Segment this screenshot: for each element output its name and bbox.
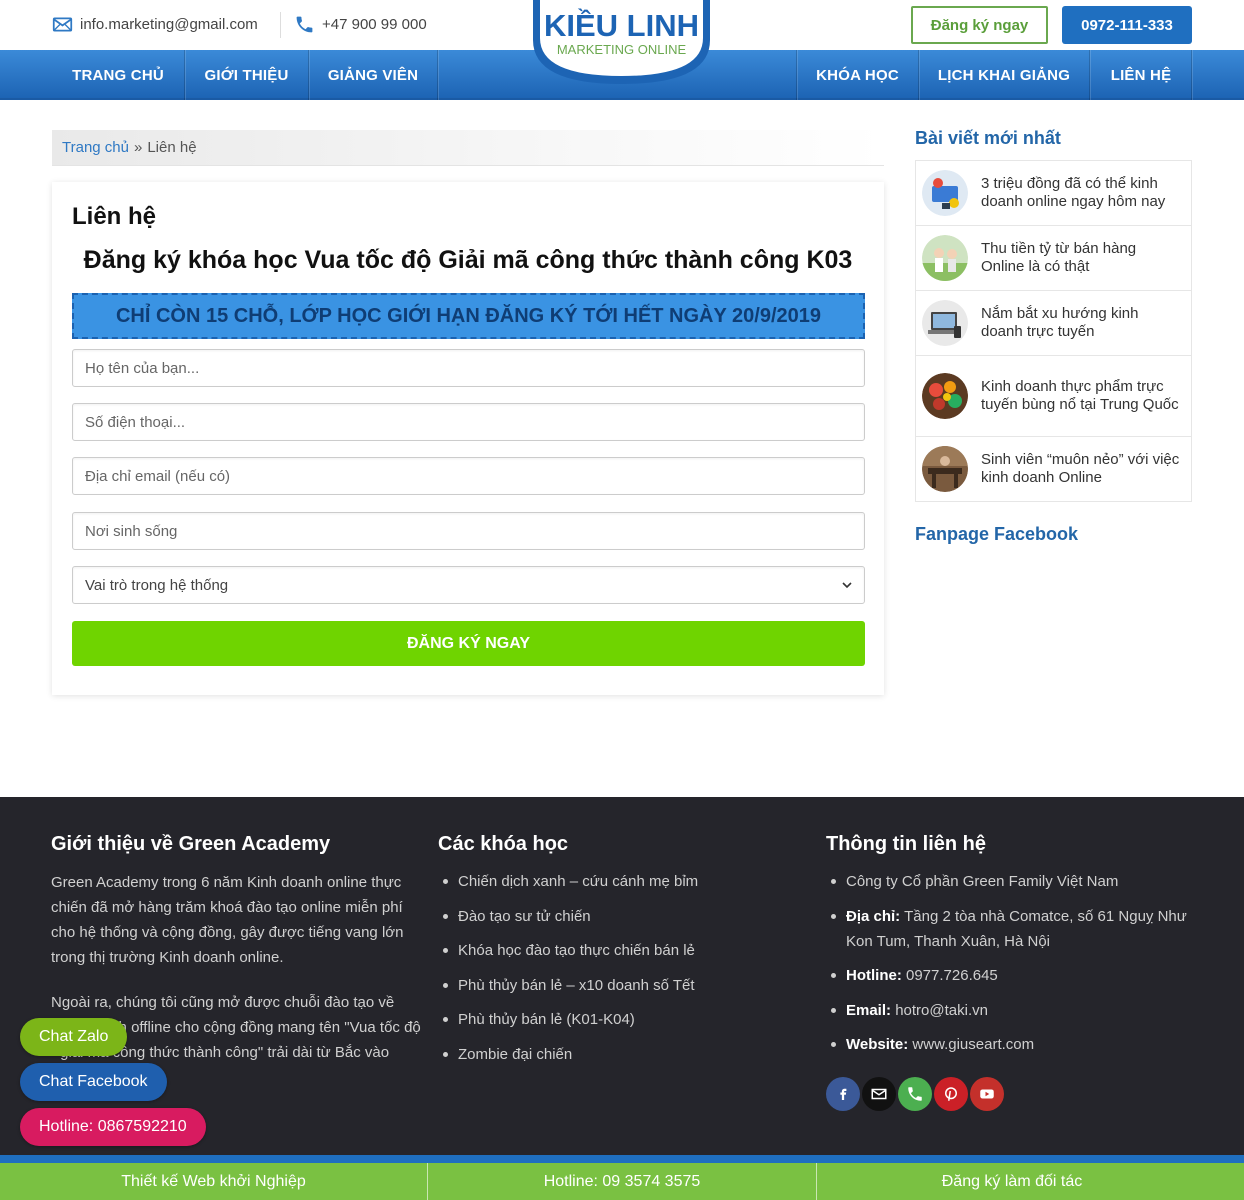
- footer-courses-list: Chiến dịch xanh – cứu cánh mẹ bỉm Đào tạ…: [438, 869, 778, 1076]
- footer-contact-title: Thông tin liên hệ: [826, 833, 986, 855]
- post-thumbnail[interactable]: [922, 300, 968, 346]
- footer-email: Email: hotro@taki.vn: [826, 998, 1196, 1023]
- footer-company: Công ty Cổ phần Green Family Việt Nam: [826, 869, 1196, 894]
- hotline-label: Hotline:: [846, 967, 902, 984]
- post-title[interactable]: Sinh viên “muôn nẻo” với việc kinh doanh…: [981, 451, 1183, 487]
- post-thumbnail[interactable]: [922, 170, 968, 216]
- footer-course-link[interactable]: Khóa học đào tạo thực chiến bán lẻ: [438, 938, 778, 963]
- footer-course-link[interactable]: Phù thủy bán lẻ – x10 doanh số Tết: [438, 973, 778, 998]
- footer-courses-title: Các khóa học: [438, 833, 569, 855]
- register-now-button[interactable]: Đăng ký ngay: [911, 6, 1048, 44]
- footer-course-link[interactable]: Phù thủy bán lẻ (K01-K04): [438, 1007, 778, 1032]
- top-phone-text: +47 900 99 000: [322, 16, 427, 33]
- website-value[interactable]: www.giuseart.com: [912, 1036, 1034, 1053]
- post-title[interactable]: Nắm bắt xu hướng kinh doanh trực tuyến: [981, 305, 1183, 341]
- top-divider: [280, 12, 281, 38]
- submit-button[interactable]: ĐĂNG KÝ NGAY: [72, 621, 865, 666]
- list-item[interactable]: Thu tiền tỷ từ bán hàng Online là có thậ…: [916, 226, 1191, 291]
- list-item[interactable]: Kinh doanh thực phẩm trực tuyến bùng nổ …: [916, 356, 1191, 437]
- recent-posts-title: Bài viết mới nhất: [915, 128, 1061, 148]
- bottom-bar: Thiết kế Web khởi Nghiệp Hotline: 09 357…: [0, 1163, 1244, 1200]
- list-item[interactable]: 3 triệu đồng đã có thể kinh doanh online…: [916, 161, 1191, 226]
- youtube-icon[interactable]: [970, 1077, 1004, 1111]
- footer-contact-list: Công ty Cổ phần Green Family Việt Nam Đị…: [826, 869, 1196, 1067]
- mail-icon: [52, 17, 73, 32]
- post-thumbnail[interactable]: [922, 446, 968, 492]
- bottom-bar-web-design[interactable]: Thiết kế Web khởi Nghiệp: [0, 1163, 427, 1200]
- hotline-button[interactable]: 0972-111-333: [1062, 6, 1192, 44]
- top-phone[interactable]: +47 900 99 000: [294, 14, 427, 35]
- pinterest-icon[interactable]: [934, 1077, 968, 1111]
- breadcrumb: Trang chủ » Liên hệ: [52, 130, 884, 166]
- list-item[interactable]: Sinh viên “muôn nẻo” với việc kinh doanh…: [916, 437, 1191, 501]
- nav-item-contact[interactable]: LIÊN HỆ: [1090, 50, 1192, 100]
- website-label: Website:: [846, 1036, 909, 1053]
- site-logo[interactable]: KIỀU LINH MARKETING ONLINE: [531, 0, 712, 86]
- email-label: Email:: [846, 1001, 892, 1019]
- top-email-text: info.marketing@gmail.com: [80, 16, 258, 33]
- breadcrumb-current: Liên hệ: [147, 139, 197, 156]
- nav-divider: [437, 50, 438, 100]
- nav-item-teachers[interactable]: GIẢNG VIÊN: [309, 50, 437, 100]
- recent-posts-list: 3 triệu đồng đã có thể kinh doanh online…: [915, 160, 1192, 502]
- breadcrumb-separator: »: [133, 139, 143, 156]
- footer-course-link[interactable]: Zombie đại chiến: [438, 1042, 778, 1067]
- mail-icon[interactable]: [862, 1077, 896, 1111]
- limited-seats-banner: CHỈ CÒN 15 CHỖ, LỚP HỌC GIỚI HẠN ĐĂNG KÝ…: [72, 293, 865, 339]
- list-item[interactable]: Nắm bắt xu hướng kinh doanh trực tuyến: [916, 291, 1191, 356]
- footer-address: Địa chỉ: Tầng 2 tòa nhà Comatce, số 61 N…: [826, 904, 1196, 954]
- post-thumbnail[interactable]: [922, 373, 968, 419]
- nav-item-home[interactable]: TRANG CHỦ: [52, 50, 184, 100]
- nav-item-about[interactable]: GIỚI THIỆU: [185, 50, 308, 100]
- course-heading: Đăng ký khóa học Vua tốc độ Giải mã công…: [83, 246, 853, 274]
- role-select-value: Vai trò trong hệ thống: [85, 576, 229, 594]
- nav-item-schedule[interactable]: LỊCH KHAI GIẢNG: [919, 50, 1089, 100]
- nav-divider: [1191, 50, 1192, 100]
- footer-website: Website: www.giuseart.com: [826, 1032, 1196, 1057]
- top-email[interactable]: info.marketing@gmail.com: [52, 14, 258, 35]
- location-field[interactable]: Nơi sinh sống: [72, 512, 865, 550]
- chat-facebook-button[interactable]: Chat Facebook: [20, 1063, 167, 1101]
- email-value[interactable]: hotro@taki.vn: [895, 1002, 988, 1019]
- footer-course-link[interactable]: Chiến dịch xanh – cứu cánh mẹ bỉm: [438, 869, 778, 894]
- registration-card: Liên hệ Đăng ký khóa học Vua tốc độ Giải…: [52, 182, 884, 695]
- nav-item-courses[interactable]: KHÓA HỌC: [797, 50, 918, 100]
- logo-tagline: MARKETING ONLINE: [557, 42, 687, 57]
- chat-zalo-button[interactable]: Chat Zalo: [20, 1018, 128, 1056]
- post-title[interactable]: 3 triệu đồng đã có thể kinh doanh online…: [981, 175, 1183, 211]
- fanpage-title: Fanpage Facebook: [915, 524, 1079, 544]
- hotline-value[interactable]: 0977.726.645: [906, 967, 998, 984]
- footer-divider: [0, 1155, 1244, 1163]
- phone-field[interactable]: Số điện thoại...: [72, 403, 865, 441]
- phone-icon[interactable]: [898, 1077, 932, 1111]
- name-field[interactable]: Họ tên của bạn...: [72, 349, 865, 387]
- facebook-icon[interactable]: [826, 1077, 860, 1111]
- post-thumbnail[interactable]: [922, 235, 968, 281]
- email-field[interactable]: Địa chỉ email (nếu có): [72, 457, 865, 495]
- post-title[interactable]: Kinh doanh thực phẩm trực tuyến bùng nổ …: [981, 378, 1183, 414]
- footer-about-title: Giới thiệu về Green Academy: [51, 833, 331, 855]
- bottom-bar-partner[interactable]: Đăng ký làm đối tác: [817, 1163, 1207, 1200]
- footer-course-link[interactable]: Đào tạo sư tử chiến: [438, 904, 778, 929]
- site-footer: Giới thiệu về Green Academy Green Academ…: [0, 797, 1244, 1155]
- bottom-bar-hotline[interactable]: Hotline: 09 3574 3575: [428, 1163, 816, 1200]
- page-title: Liên hệ: [72, 203, 157, 230]
- address-label: Địa chỉ:: [846, 907, 901, 925]
- hotline-float-button[interactable]: Hotline: 0867592210: [20, 1108, 206, 1146]
- chevron-down-icon: [842, 582, 852, 589]
- footer-about-text: Green Academy trong 6 năm Kinh doanh onl…: [51, 874, 404, 966]
- logo-name: KIỀU LINH: [544, 8, 699, 43]
- footer-hotline: Hotline: 0977.726.645: [826, 963, 1196, 988]
- role-select[interactable]: Vai trò trong hệ thống: [72, 566, 865, 604]
- breadcrumb-home[interactable]: Trang chủ: [62, 139, 129, 156]
- post-title[interactable]: Thu tiền tỷ từ bán hàng Online là có thậ…: [981, 240, 1183, 276]
- phone-icon: [296, 16, 313, 33]
